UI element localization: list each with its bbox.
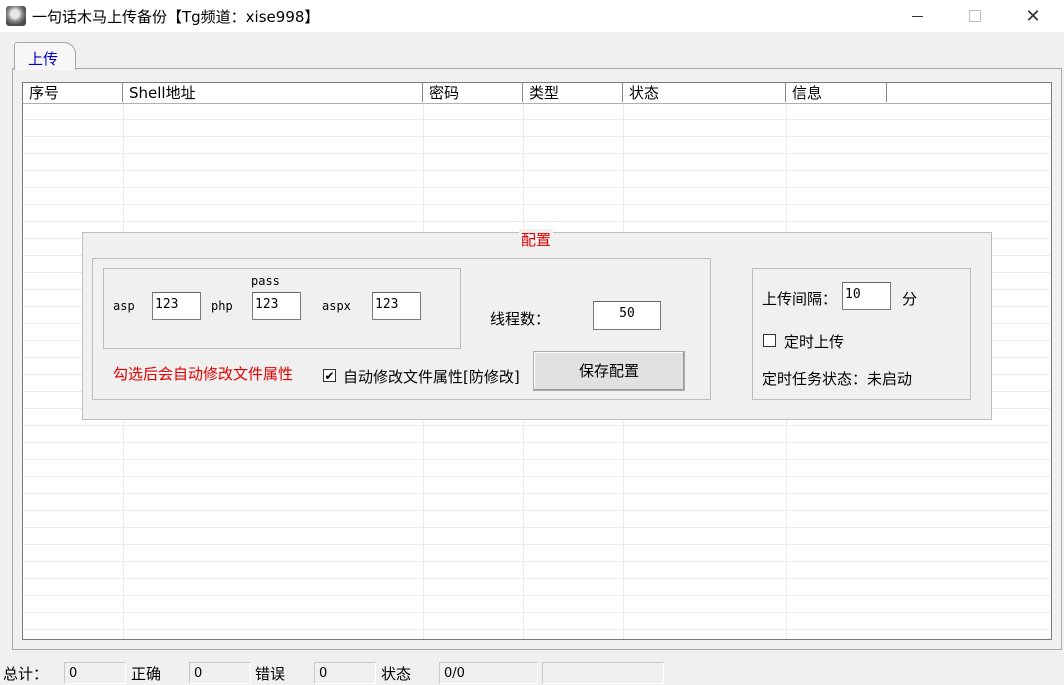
- interval-unit: 分: [902, 290, 918, 308]
- config-title: 配置: [519, 229, 554, 250]
- auto-modify-label[interactable]: 自动修改文件属性[防修改]: [343, 366, 520, 387]
- auto-modify-hint: 勾选后会自动修改文件属性: [113, 365, 294, 383]
- save-config-button[interactable]: 保存配置: [533, 351, 685, 391]
- auto-modify-checkbox[interactable]: ✔: [323, 369, 336, 382]
- interval-label: 上传间隔：: [762, 290, 838, 308]
- app-icon: [6, 6, 26, 26]
- maximize-button[interactable]: [952, 0, 998, 32]
- error-label: 错误: [255, 665, 286, 683]
- ok-value: 0: [189, 662, 251, 684]
- check-icon: ✔: [324, 369, 335, 383]
- minimize-button[interactable]: [894, 0, 940, 32]
- grid-header: 序号 Shell地址 密码 类型 状态 信息: [23, 83, 1051, 104]
- ok-label: 正确: [131, 665, 162, 683]
- column-header-password[interactable]: 密码: [423, 83, 523, 102]
- status-extra-cell: [542, 662, 664, 684]
- asp-password-input[interactable]: 123: [152, 292, 201, 320]
- asp-label: asp: [113, 299, 135, 313]
- total-value: 0: [64, 662, 126, 684]
- threads-input[interactable]: 50: [593, 301, 661, 330]
- minimize-icon: [911, 15, 923, 17]
- interval-input[interactable]: 10: [842, 282, 891, 310]
- timer-upload-checkbox[interactable]: [763, 334, 776, 347]
- pass-label: pass: [251, 274, 280, 288]
- total-label: 总计：: [3, 665, 49, 683]
- aspx-label: aspx: [322, 299, 351, 313]
- php-label: php: [211, 299, 233, 313]
- timer-status: 定时任务状态：未启动: [762, 370, 913, 388]
- tab-upload-label: 上传: [28, 50, 59, 68]
- column-header-index[interactable]: 序号: [23, 83, 123, 102]
- threads-label: 线程数：: [490, 310, 551, 328]
- close-button[interactable]: ✕: [1010, 0, 1056, 32]
- column-header-type[interactable]: 类型: [523, 83, 623, 102]
- state-label: 状态: [381, 665, 412, 683]
- error-value: 0: [314, 662, 376, 684]
- state-value: 0/0: [439, 662, 538, 684]
- php-password-input[interactable]: 123: [252, 292, 301, 320]
- column-header-status[interactable]: 状态: [623, 83, 786, 102]
- column-header-info[interactable]: 信息: [786, 83, 887, 102]
- window-title: 一句话木马上传备份【Tg频道：xise998】: [32, 8, 320, 26]
- maximize-icon: [969, 10, 981, 22]
- aspx-password-input[interactable]: 123: [372, 292, 421, 320]
- close-icon: ✕: [1025, 5, 1041, 27]
- timer-upload-label[interactable]: 定时上传: [784, 331, 844, 352]
- column-header-shell-url[interactable]: Shell地址: [123, 83, 423, 102]
